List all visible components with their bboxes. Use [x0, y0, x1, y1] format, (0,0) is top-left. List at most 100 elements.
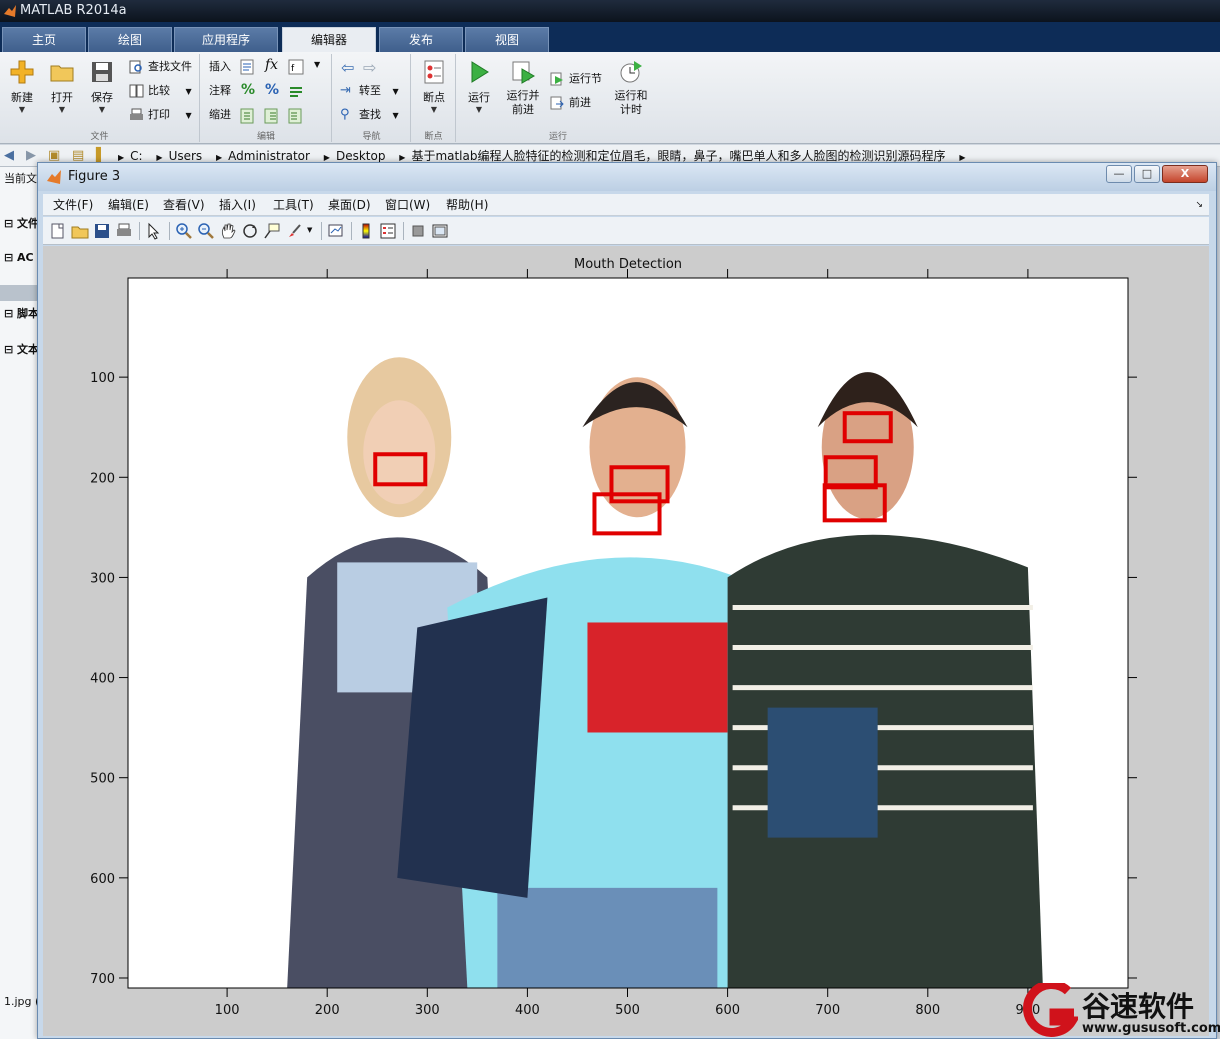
tab-plots[interactable]: 绘图 [88, 27, 172, 52]
insert-colorbar-icon[interactable] [357, 222, 375, 240]
insert-legend-icon[interactable] [379, 222, 397, 240]
new-icon [10, 60, 34, 84]
find-button[interactable]: ⚲ 查找 ▼ [339, 105, 399, 125]
menu-window[interactable]: 窗口(W) [385, 194, 430, 216]
figure-title: Figure 3 [68, 169, 121, 184]
print-button[interactable]: 打印 ▼ [128, 105, 192, 125]
run-and-time-button[interactable]: 运行和 计时 [609, 57, 653, 117]
print-icon [130, 108, 143, 120]
zoom-out-icon[interactable] [197, 222, 215, 240]
menu-tools[interactable]: 工具(T) [273, 194, 314, 216]
person-middle-backpack [397, 597, 548, 898]
advance-label: 前进 [569, 96, 591, 109]
tab-view[interactable]: 视图 [465, 27, 549, 52]
figure-title-bar[interactable]: Figure 3 — □ X [38, 163, 1216, 191]
menu-file[interactable]: 文件(F) [53, 194, 93, 216]
tab-editor[interactable]: 编辑器 [282, 27, 376, 52]
edit-plot-icon[interactable] [145, 222, 163, 240]
collapse-icon[interactable]: ⊟ [4, 307, 17, 320]
insert-section-icon[interactable] [239, 58, 257, 76]
open-button[interactable]: 打开 ▼ [42, 57, 82, 114]
new-button[interactable]: 新建 ▼ [2, 57, 42, 114]
tree-item[interactable]: ⊟ 脚本 [4, 305, 39, 321]
run-time-label-1: 运行和 [614, 89, 648, 102]
maximize-button[interactable]: □ [1134, 165, 1160, 183]
wrap-comments-icon[interactable] [287, 83, 305, 101]
collapse-icon[interactable]: ⊟ [4, 217, 17, 230]
menu-insert[interactable]: 插入(I) [219, 194, 256, 216]
rotate-3d-icon[interactable] [241, 222, 259, 240]
edit-group-label: 编辑 [256, 132, 275, 142]
run-and-advance-button[interactable]: 运行并 前进 [501, 57, 545, 117]
tab-publish[interactable]: 发布 [379, 27, 463, 52]
minimize-button[interactable]: — [1106, 165, 1132, 183]
tree-item[interactable]: ⊟ 文本 [4, 341, 39, 357]
hide-plot-tools-icon[interactable] [409, 222, 427, 240]
insert-function-icon[interactable]: fx [265, 57, 278, 73]
percent-comment-icon[interactable]: % [241, 82, 255, 98]
indent-button[interactable]: 缩进 [209, 105, 231, 125]
comment-button[interactable]: 注释 [209, 81, 231, 101]
toolbar-separator [139, 222, 140, 240]
tab-apps[interactable]: 应用程序 [174, 27, 278, 52]
axes-svg[interactable]: 100 200 300 400 500 600 700 800 9001002003004005… [43, 246, 1209, 1036]
tree-item[interactable]: ⊟ AC [4, 251, 34, 264]
x-tick-label: 700 [815, 1003, 840, 1018]
collapse-icon[interactable]: ⊟ [4, 251, 17, 264]
compare-button[interactable]: 比较 ▼ [128, 81, 192, 101]
search-icon: ⚲ [340, 107, 350, 122]
x-tick-label: 800 [915, 1003, 940, 1018]
new-figure-icon[interactable] [49, 222, 67, 240]
dock-arrow-icon[interactable]: ↘ [1195, 194, 1203, 216]
run-button[interactable]: 运行 ▼ [459, 57, 499, 114]
open-file-icon[interactable] [71, 222, 89, 240]
print-figure-icon[interactable] [115, 222, 133, 240]
insert-fraction-icon[interactable]: f [287, 58, 305, 76]
goto-button[interactable]: ⇥ 转至 ▼ [339, 81, 399, 101]
brush-icon[interactable] [285, 222, 303, 240]
collapse-icon[interactable]: ⊟ [4, 343, 17, 356]
menu-help[interactable]: 帮助(H) [446, 194, 488, 216]
show-plot-tools-icon[interactable] [431, 222, 449, 240]
tab-home[interactable]: 主页 [2, 27, 86, 52]
watermark-url: www.gususoft.com [1082, 1021, 1220, 1036]
figure-toolbar: ▼ [43, 217, 1209, 245]
insert-button[interactable]: 插入 [209, 57, 231, 77]
data-cursor-icon[interactable] [263, 222, 281, 240]
save-figure-icon[interactable] [93, 222, 111, 240]
decrease-indent-icon[interactable] [287, 107, 305, 125]
current-folder-title: 当前文 [4, 172, 37, 185]
figure-canvas[interactable]: 100 200 300 400 500 600 700 800 900 100 200 300 400 5… [43, 246, 1209, 1036]
back-icon[interactable]: ◀ [4, 145, 14, 167]
chevron-down-icon: ▼ [430, 105, 438, 114]
advance-icon [550, 96, 564, 110]
forward-icon[interactable]: ▶ [26, 145, 36, 167]
plot-title: Mouth Detection [574, 257, 682, 272]
toolbar-separator [169, 222, 170, 240]
back-arrow-icon[interactable]: ⇦ [341, 58, 354, 77]
chevron-down-icon[interactable]: ▼ [314, 60, 320, 69]
pan-icon[interactable] [219, 222, 237, 240]
uncomment-icon[interactable]: % [265, 82, 279, 98]
zoom-in-icon[interactable] [175, 222, 193, 240]
menu-edit[interactable]: 编辑(E) [108, 194, 149, 216]
forward-arrow-icon[interactable]: ⇨ [363, 58, 376, 77]
figure-menu-bar: 文件(F) 编辑(E) 查看(V) 插入(I) 工具(T) 桌面(D) 窗口(W… [43, 194, 1209, 216]
selected-row[interactable] [0, 285, 39, 301]
breakpoints-button[interactable]: 断点 ▼ [414, 57, 454, 114]
close-button[interactable]: X [1162, 165, 1208, 183]
run-section-button[interactable]: 运行节 [549, 69, 602, 89]
advance-button[interactable]: 前进 [549, 93, 591, 113]
menu-view[interactable]: 查看(V) [163, 194, 205, 216]
x-tick-label: 500 [615, 1003, 640, 1018]
breakpoints-label: 断点 [423, 91, 445, 104]
chevron-down-icon[interactable]: ▼ [307, 226, 312, 234]
x-tick-label: 200 [315, 1003, 340, 1018]
menu-desktop[interactable]: 桌面(D) [328, 194, 371, 216]
smart-indent-icon[interactable] [239, 107, 257, 125]
tree-item[interactable]: ⊟ 文件 [4, 215, 39, 231]
save-button[interactable]: 保存 ▼ [82, 57, 122, 114]
link-plot-icon[interactable] [327, 222, 345, 240]
find-files-button[interactable]: 查找文件 [128, 57, 192, 77]
increase-indent-icon[interactable] [263, 107, 281, 125]
